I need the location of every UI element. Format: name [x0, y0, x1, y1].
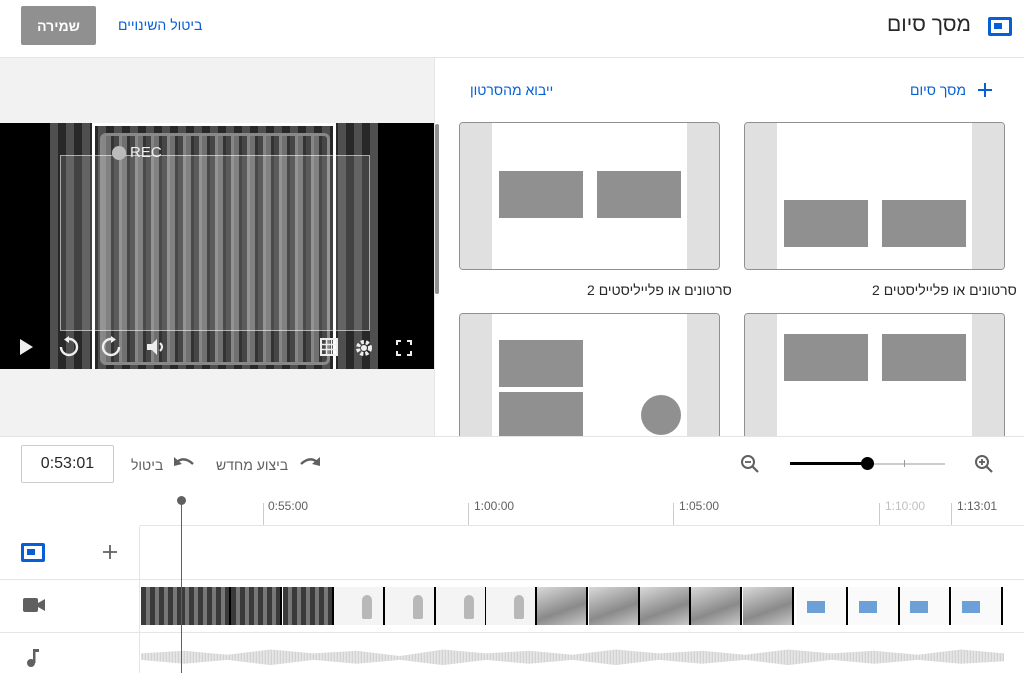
- video-thumbnail: [900, 587, 951, 625]
- ruler-tick: [673, 503, 674, 525]
- forward-10-icon[interactable]: [100, 336, 122, 362]
- discard-changes-link[interactable]: ביטול השינויים: [118, 17, 202, 33]
- video-player[interactable]: [0, 123, 434, 369]
- ruler-label: 1:05:00: [679, 499, 720, 513]
- playhead-line[interactable]: [181, 500, 182, 673]
- import-from-video-link[interactable]: ייבוא מהסרטון: [470, 82, 553, 98]
- template-card[interactable]: [459, 122, 720, 270]
- video-thumbnail: [180, 587, 231, 625]
- ruler-tick: [879, 503, 880, 525]
- playhead-handle[interactable]: [177, 496, 186, 505]
- template-card[interactable]: [744, 122, 1005, 270]
- video-thumbnail: [334, 587, 385, 625]
- video-thumbnail: [952, 587, 1003, 625]
- video-thumbnail: [385, 587, 436, 625]
- video-thumbnail: [743, 587, 794, 625]
- ruler-tick: [951, 503, 952, 525]
- play-icon[interactable]: [18, 338, 34, 360]
- template-card[interactable]: [744, 313, 1005, 436]
- audio-track-header: [0, 633, 140, 673]
- ruler-tick: [468, 503, 469, 525]
- video-thumbnail: [797, 587, 848, 625]
- ruler-label: 1:10:00: [885, 499, 926, 513]
- videocam-icon: [22, 596, 46, 619]
- rewind-10-icon[interactable]: [58, 336, 80, 362]
- zoom-in-icon[interactable]: [974, 454, 994, 479]
- save-button[interactable]: שמירה: [21, 6, 96, 45]
- zoom-slider-tick: [904, 460, 905, 467]
- video-thumbnail: [849, 587, 900, 625]
- video-thumbnail: [537, 587, 588, 625]
- settings-gear-icon[interactable]: [354, 338, 374, 362]
- video-thumbnail: [231, 587, 282, 625]
- video-thumbnail: [589, 587, 640, 625]
- video-thumbnail: [283, 587, 334, 625]
- volume-icon[interactable]: [146, 337, 168, 361]
- ruler-label: 1:00:00: [474, 499, 515, 513]
- redo-label[interactable]: ביצוע מחדש: [216, 457, 288, 473]
- rec-label: REC: [130, 144, 162, 161]
- ruler-label: 1:13:01: [957, 499, 998, 513]
- audio-waveform: [141, 649, 1004, 666]
- video-thumbnail: [691, 587, 742, 625]
- current-time-field[interactable]: 0:53:01: [21, 445, 114, 483]
- template-card[interactable]: [459, 313, 720, 436]
- endscreen-track[interactable]: [0, 526, 1024, 580]
- redo-icon[interactable]: [298, 454, 322, 477]
- template-label: 2 סרטונים או פלייליסטים: [587, 282, 732, 298]
- endscreen-icon: [988, 17, 1012, 36]
- ruler-label: 0:55:00: [268, 499, 309, 513]
- rec-dot: [112, 146, 126, 160]
- undo-icon[interactable]: [172, 454, 196, 477]
- undo-label[interactable]: ביטול: [131, 457, 163, 473]
- zoom-slider-knob[interactable]: [861, 457, 874, 470]
- grid-icon[interactable]: [320, 338, 338, 360]
- fullscreen-icon[interactable]: [396, 340, 412, 360]
- video-thumbnail: [486, 587, 537, 625]
- endscreen-track-icon: [21, 543, 45, 562]
- add-endscreen-link[interactable]: מסך סיום: [910, 82, 966, 98]
- video-thumbnail: [640, 587, 691, 625]
- zoom-slider-fill: [790, 462, 867, 465]
- template-label: 2 סרטונים או פלייליסטים: [872, 282, 1017, 298]
- music-note-icon: [25, 648, 41, 673]
- endscreen-overlay: [60, 155, 370, 331]
- video-track-header: [0, 580, 140, 633]
- page-title: מסך סיום: [887, 13, 971, 36]
- scrollbar-thumb[interactable]: [435, 124, 439, 294]
- video-thumbnail: [436, 587, 487, 625]
- add-element-plus-icon[interactable]: [102, 544, 118, 565]
- ruler-tick: [263, 503, 264, 525]
- plus-icon[interactable]: [977, 78, 993, 104]
- zoom-out-icon[interactable]: [740, 454, 760, 479]
